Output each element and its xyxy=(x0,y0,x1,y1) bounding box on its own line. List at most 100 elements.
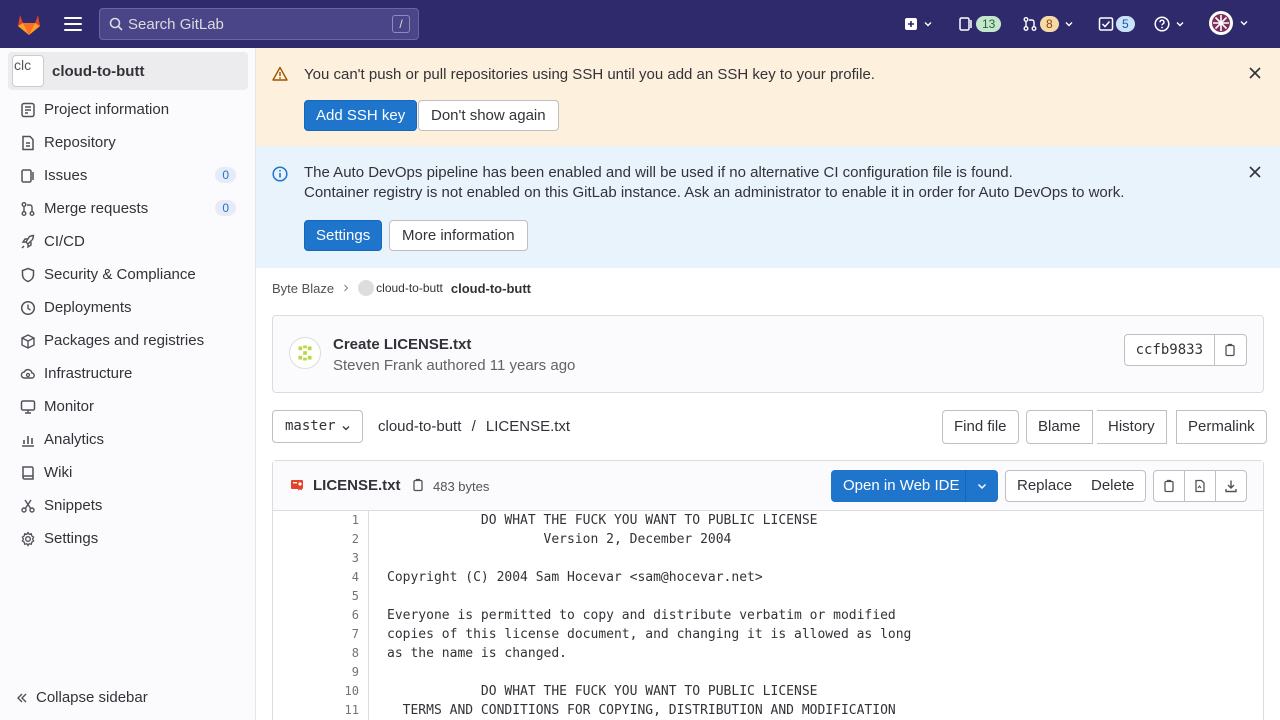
devops-alert-text-2: Container registry is not enabled on thi… xyxy=(304,184,1125,201)
file-name: LICENSE.txt xyxy=(313,477,401,494)
commit-author-meta: Steven Frank authored 11 years ago xyxy=(333,357,576,374)
chevron-down-icon xyxy=(1240,21,1248,26)
sidebar-item-wiki[interactable]: Wiki xyxy=(8,456,248,489)
chevron-down-icon xyxy=(977,483,987,490)
settings-button[interactable]: Settings xyxy=(304,220,383,251)
branch-selector[interactable]: master xyxy=(272,410,363,443)
avatar[interactable] xyxy=(289,337,321,369)
sidebar-item-snippets[interactable]: Snippets xyxy=(8,489,248,522)
warning-icon xyxy=(272,66,288,81)
create-new-dropdown[interactable] xyxy=(904,12,932,36)
copy-icon xyxy=(1225,343,1235,357)
line-number[interactable]: 3 xyxy=(352,549,359,568)
commit-title[interactable]: Create LICENSE.txt xyxy=(333,336,471,353)
sidebar-item-project-information[interactable]: Project information xyxy=(8,93,248,126)
more-information-button[interactable]: More information xyxy=(389,220,528,251)
ssh-key-alert: You can't push or pull repositories usin… xyxy=(256,48,1280,146)
double-chevron-left-icon xyxy=(17,693,27,702)
sidebar-item-label: Repository xyxy=(44,134,116,151)
file-header: LICENSE.txt 483 bytes Open in Web IDE Re… xyxy=(273,461,1263,511)
open-in-web-ide-button[interactable]: Open in Web IDE xyxy=(831,470,972,502)
close-icon[interactable] xyxy=(1248,66,1262,80)
copy-icon[interactable] xyxy=(411,478,425,492)
sidebar-item-deployments[interactable]: Deployments xyxy=(8,291,248,324)
blame-button[interactable]: Blame xyxy=(1026,410,1093,444)
issues-icon xyxy=(959,17,972,31)
merge-requests-nav[interactable]: 8 xyxy=(1022,12,1073,36)
code-line: TERMS AND CONDITIONS FOR COPYING, DISTRI… xyxy=(387,703,896,718)
sidebar-project-header[interactable]: clc cloud-to-butt xyxy=(8,52,248,90)
project-name: cloud-to-butt xyxy=(52,62,145,80)
sidebar-item-label: Deployments xyxy=(44,299,132,316)
sidebar-item-analytics[interactable]: Analytics xyxy=(8,423,248,456)
breadcrumb-group[interactable]: Byte Blaze xyxy=(272,281,334,296)
line-number[interactable]: 4 xyxy=(352,568,359,587)
info-icon xyxy=(272,166,288,182)
line-number[interactable]: 11 xyxy=(345,701,359,720)
help-dropdown[interactable] xyxy=(1154,12,1184,36)
sidebar-item-issues[interactable]: Issues 0 xyxy=(8,159,248,192)
chevron-right-icon xyxy=(344,284,349,292)
sidebar-item-settings[interactable]: Settings xyxy=(8,522,248,555)
ssh-alert-text: You can't push or pull repositories usin… xyxy=(304,66,875,83)
gear-icon xyxy=(21,530,35,547)
dont-show-again-button[interactable]: Don't show again xyxy=(418,100,559,131)
collapse-sidebar-button[interactable]: Collapse sidebar xyxy=(16,689,148,706)
sidebar-item-ci-cd[interactable]: CI/CD xyxy=(8,225,248,258)
snippet-icon xyxy=(21,499,35,513)
line-number[interactable]: 8 xyxy=(352,644,359,663)
commit-sha[interactable]: ccfb9833 xyxy=(1123,334,1215,366)
download-button[interactable] xyxy=(1215,470,1247,502)
sidebar-item-merge-requests[interactable]: Merge requests 0 xyxy=(8,192,248,225)
line-number[interactable]: 7 xyxy=(352,625,359,644)
line-number[interactable]: 6 xyxy=(352,606,359,625)
user-menu[interactable] xyxy=(1208,11,1248,35)
permalink-button[interactable]: Permalink xyxy=(1176,410,1267,444)
book-icon xyxy=(22,465,34,480)
gitlab-logo-icon[interactable] xyxy=(16,11,42,37)
web-ide-dropdown-button[interactable] xyxy=(965,470,998,502)
sidebar-item-infrastructure[interactable]: Infrastructure xyxy=(8,357,248,390)
open-raw-button[interactable] xyxy=(1184,470,1216,502)
line-number[interactable]: 2 xyxy=(352,530,359,549)
code-line: Copyright (C) 2004 Sam Hocevar <sam@hoce… xyxy=(387,570,763,585)
issues-count-badge: 13 xyxy=(976,16,1002,32)
close-icon[interactable] xyxy=(1248,165,1262,179)
package-icon xyxy=(21,333,35,349)
document-icon xyxy=(22,135,34,150)
sidebar-item-repository[interactable]: Repository xyxy=(8,126,248,159)
replace-button[interactable]: Replace xyxy=(1005,470,1085,502)
line-number[interactable]: 1 xyxy=(352,511,359,530)
copy-file-contents-button[interactable] xyxy=(1153,470,1185,502)
history-button[interactable]: History xyxy=(1097,410,1167,444)
chart-icon xyxy=(22,435,34,447)
line-number[interactable]: 9 xyxy=(352,663,359,682)
copy-sha-button[interactable] xyxy=(1215,334,1247,366)
search-placeholder: Search GitLab xyxy=(128,16,224,33)
todo-check-icon xyxy=(1098,17,1114,31)
delete-button[interactable]: Delete xyxy=(1080,470,1147,502)
monitor-icon xyxy=(20,399,36,414)
license-file-icon xyxy=(291,480,303,491)
menu-icon[interactable] xyxy=(62,14,84,34)
auto-devops-alert: The Auto DevOps pipeline has been enable… xyxy=(256,146,1280,268)
line-number[interactable]: 5 xyxy=(352,587,359,606)
sidebar-item-packages[interactable]: Packages and registries xyxy=(8,324,248,357)
sidebar-item-monitor[interactable]: Monitor xyxy=(8,390,248,423)
add-ssh-key-button[interactable]: Add SSH key xyxy=(304,100,418,131)
plus-square-icon xyxy=(905,18,917,30)
breadcrumb-current[interactable]: cloud-to-butt xyxy=(451,281,531,296)
find-file-button[interactable]: Find file xyxy=(942,410,1019,444)
search-input[interactable]: Search GitLab / xyxy=(99,8,419,40)
line-number[interactable]: 10 xyxy=(345,682,359,701)
path-repo-link[interactable]: cloud-to-butt xyxy=(378,418,461,435)
branch-name: master xyxy=(285,418,336,434)
breadcrumb-project-img-alt: cloud-to-butt xyxy=(376,281,443,295)
sidebar-item-security[interactable]: Security & Compliance xyxy=(8,258,248,291)
breadcrumb-project[interactable]: cloud-to-butt xyxy=(358,280,443,296)
sidebar-item-label: Settings xyxy=(44,530,99,547)
todos-nav[interactable]: 5 xyxy=(1098,12,1135,36)
issues-nav[interactable]: 13 xyxy=(958,12,1002,36)
cloud-gear-icon xyxy=(20,368,35,379)
merge-request-icon xyxy=(1023,17,1037,31)
